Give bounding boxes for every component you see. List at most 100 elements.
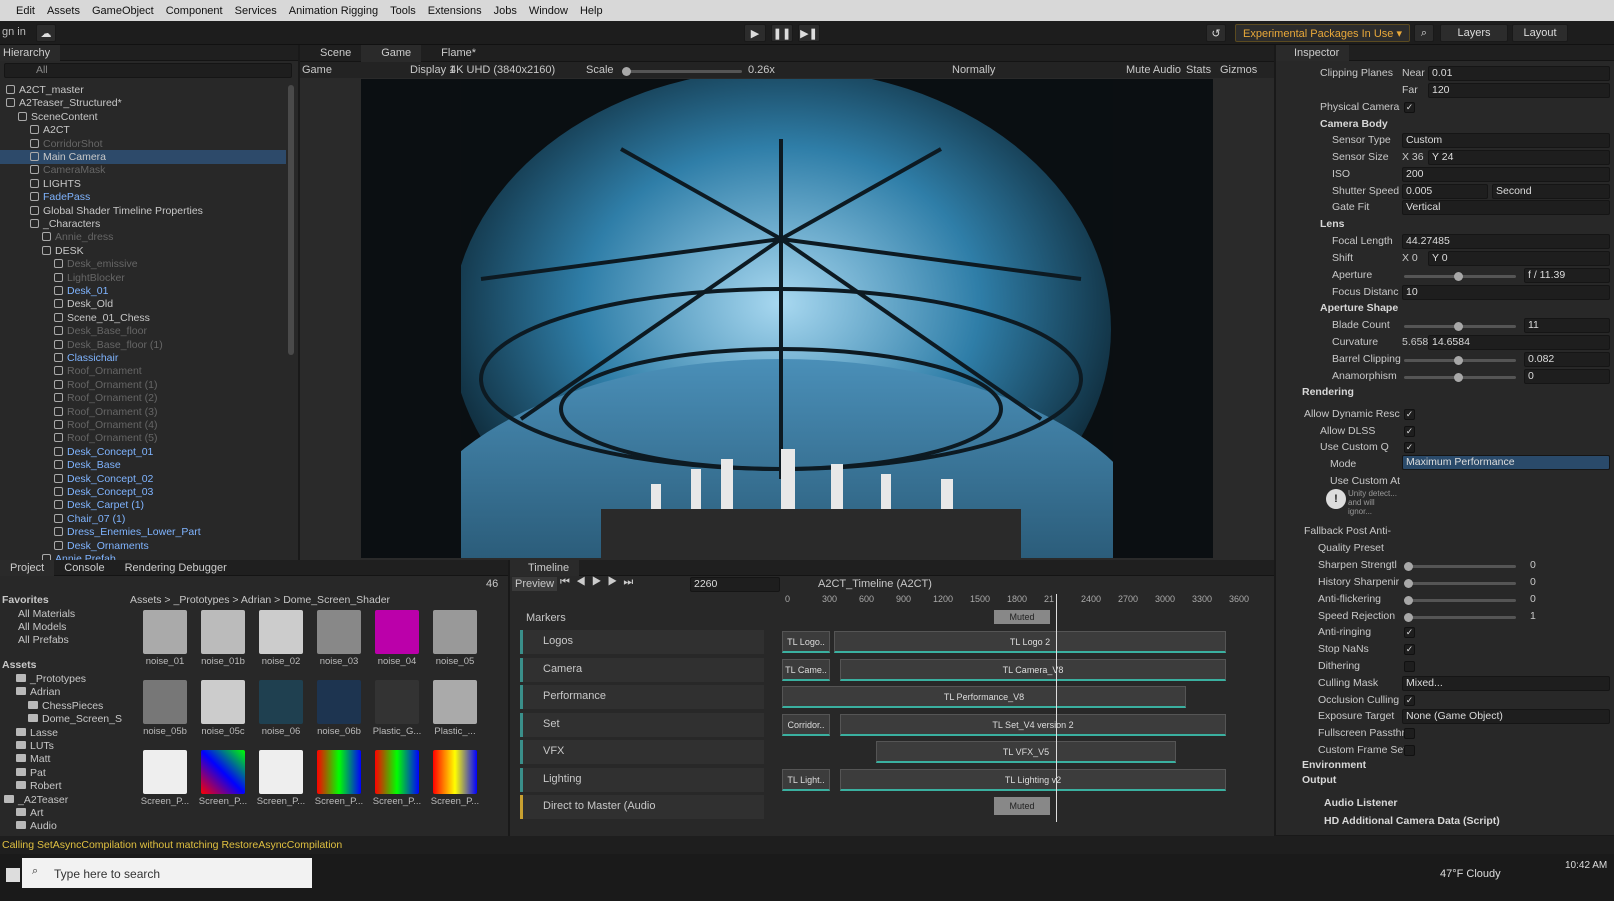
hierarchy-item[interactable]: Scene_01_Chess [0,311,286,325]
muted-clip[interactable]: Muted [994,797,1050,815]
asset-thumbnail[interactable] [201,610,245,654]
frame-field[interactable]: 2260 [690,577,780,592]
folder-item[interactable]: _Prototypes [16,672,86,686]
favorites-item[interactable]: All Models [18,620,66,634]
tab-project[interactable]: Project [0,560,55,576]
asset-thumbnail[interactable] [375,610,419,654]
asset-thumbnail[interactable] [433,750,477,794]
property-field[interactable]: 0.01 [1428,66,1610,81]
hierarchy-item[interactable]: Desk_Base_floor [0,324,286,338]
property-slider[interactable] [1404,579,1516,588]
hierarchy-item[interactable]: LightBlocker [0,271,286,285]
tab-rendering-debugger[interactable]: Rendering Debugger [115,560,237,576]
layers-dropdown[interactable]: Layers [1440,24,1508,42]
signin-label[interactable]: gn in [2,26,26,38]
property-field[interactable]: 0 [1524,369,1610,384]
slider-knob[interactable] [1454,272,1463,281]
hierarchy-item[interactable]: Annie_dress [0,230,286,244]
menu-item-window[interactable]: Window [523,5,574,17]
property-slider[interactable] [1404,596,1516,605]
asset-thumbnail[interactable] [201,680,245,724]
asset-thumbnail[interactable] [143,610,187,654]
favorites-item[interactable]: All Materials [18,607,75,621]
property-field[interactable]: f / 11.39 [1524,268,1610,283]
inspector-tab[interactable]: Inspector [1276,45,1350,61]
property-slider[interactable] [1404,356,1516,365]
property-slider[interactable] [1404,272,1516,281]
timeline-clip[interactable]: TL VFX_V5 [876,741,1176,763]
asset-thumbnail[interactable] [143,680,187,724]
environment-foldout[interactable]: Environment [1302,759,1366,771]
menu-item-animation-rigging[interactable]: Animation Rigging [283,5,384,17]
hierarchy-item[interactable]: Roof_Ornament (5) [0,431,286,445]
timeline-clip[interactable]: TL Lighting v2 [840,768,1226,791]
tab-flame[interactable]: Flame* [421,45,486,62]
gizmos-dropdown[interactable]: Gizmos [1220,64,1257,76]
hierarchy-item[interactable]: Roof_Ornament (4) [0,418,286,432]
menu-item-assets[interactable]: Assets [41,5,86,17]
hierarchy-item[interactable]: Chair_07 (1) [0,512,286,526]
packages-button[interactable]: Experimental Packages In Use ▾ [1235,24,1410,42]
property-field[interactable]: Y 0 [1428,251,1610,266]
asset-thumbnail[interactable] [433,680,477,724]
resolution-dropdown[interactable]: 4K UHD (3840x2160) [450,64,555,76]
property-field[interactable]: 120 [1428,83,1610,98]
asset-thumbnail[interactable] [201,750,245,794]
hierarchy-item[interactable]: Desk_Concept_01 [0,445,286,459]
folder-item[interactable]: ChessPieces [28,699,103,713]
hierarchy-item[interactable]: Main Camera [0,150,286,164]
menu-item-component[interactable]: Component [160,5,229,17]
folder-item[interactable]: Audio [16,819,57,833]
property-slider[interactable] [1404,373,1516,382]
property-checkbox[interactable]: ✓ [1404,409,1415,420]
property-slider[interactable] [1404,613,1516,622]
hierarchy-item[interactable]: FadePass [0,190,286,204]
folder-item[interactable]: Robert [16,779,62,793]
start-button[interactable] [6,868,20,882]
hierarchy-item[interactable]: Desk_Concept_02 [0,472,286,486]
tab-game[interactable]: Game [361,45,422,62]
property-field[interactable]: None (Game Object) [1402,709,1610,724]
property-checkbox[interactable] [1404,745,1415,756]
folder-item[interactable]: Matt [16,752,50,766]
stats-toggle[interactable]: Stats [1186,64,1211,76]
property-field[interactable]: 14.6584 [1428,335,1610,350]
hierarchy-scrollbar[interactable] [288,85,294,355]
playhead[interactable] [1056,594,1057,822]
property-checkbox[interactable]: ✓ [1404,102,1415,113]
property-field[interactable]: 11 [1524,318,1610,333]
property-field[interactable]: 10 [1402,285,1610,300]
hierarchy-item[interactable]: Roof_Ornament (2) [0,391,286,405]
asset-thumbnail[interactable] [317,610,361,654]
property-field[interactable]: Y 24 [1428,150,1610,165]
asset-thumbnail[interactable] [433,610,477,654]
menu-item-gameobject[interactable]: GameObject [86,5,160,17]
hierarchy-item[interactable]: Dress_Enemies_Lower_Part [0,525,286,539]
timeline-track[interactable]: Direct to Master (Audio [520,795,764,819]
tab-scene[interactable]: Scene [300,45,361,62]
hierarchy-item[interactable]: Global Shader Timeline Properties [0,204,286,218]
history-icon[interactable]: ↺ [1206,24,1226,42]
timeline-track[interactable]: Lighting [520,767,764,792]
property-field[interactable]: 0.082 [1524,352,1610,367]
hierarchy-item[interactable]: Desk_emissive [0,257,286,271]
menu-item-extensions[interactable]: Extensions [422,5,488,17]
hierarchy-item[interactable]: _Characters [0,217,286,231]
timeline-clip[interactable]: TL Logo 2 [834,631,1226,653]
timeline-track[interactable]: Performance [520,685,764,709]
property-checkbox[interactable]: ✓ [1404,644,1415,655]
preview-button[interactable]: Preview [512,577,558,591]
display-dropdown[interactable]: Display 1 [410,64,455,76]
timeline-track[interactable]: Set [520,712,764,737]
property-field[interactable]: Custom [1402,133,1610,148]
slider-knob[interactable] [1454,356,1463,365]
timeline-clip[interactable]: Corridor.. [782,713,830,736]
play-button[interactable]: ▶ [744,24,766,42]
timeline-clip[interactable]: TL Performance_V8 [782,686,1186,708]
property-field[interactable]: 0.005 [1402,184,1488,199]
hierarchy-item[interactable]: Desk_Carpet (1) [0,498,286,512]
asset-thumbnail[interactable] [375,750,419,794]
hierarchy-item[interactable]: Classichair [0,351,286,365]
property-field[interactable]: Mixed... [1402,676,1610,691]
timeline-track[interactable]: Camera [520,657,764,682]
